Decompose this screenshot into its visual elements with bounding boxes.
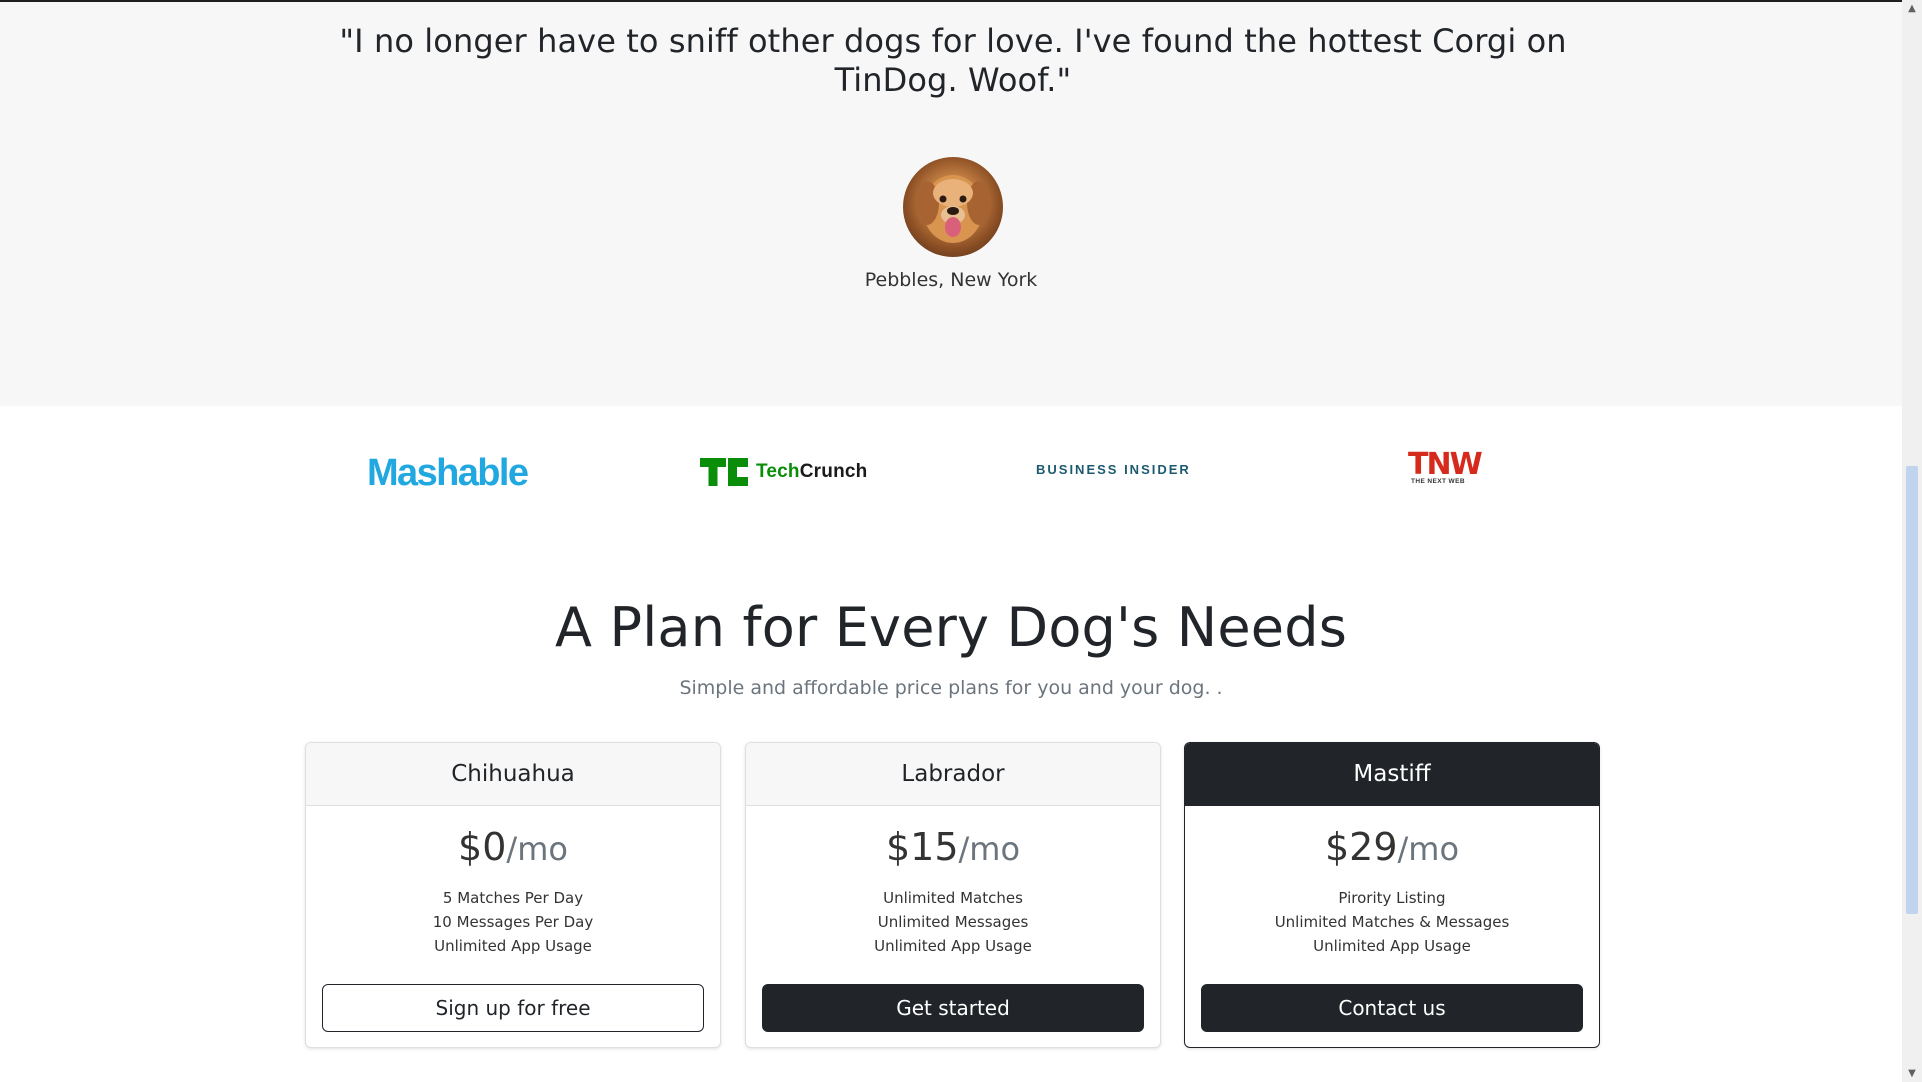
plan-feature: Unlimited Matches & Messages [1274, 913, 1510, 931]
sign-up-free-button[interactable]: Sign up for free [322, 984, 704, 1032]
plan-name: Mastiff [1185, 743, 1599, 806]
plan-feature: Unlimited Messages [877, 913, 1029, 931]
plan-feature: Unlimited App Usage [1313, 937, 1471, 955]
tnw-mark: TNW [1408, 447, 1483, 482]
get-started-button[interactable]: Get started [762, 984, 1144, 1032]
pricing-section: A Plan for Every Dog's Needs Simple and … [0, 536, 1902, 1082]
plan-name: Chihuahua [306, 743, 720, 806]
plan-price-unit: /mo [1397, 830, 1460, 868]
techcrunch-word-suffix: Crunch [799, 461, 868, 482]
pricing-subtitle: Simple and affordable price plans for yo… [679, 677, 1223, 699]
scrollbar-thumb[interactable] [1906, 466, 1918, 914]
plan-price: $0/mo [306, 824, 720, 872]
plan-feature: Unlimited App Usage [874, 937, 1032, 955]
plan-features: Unlimited Matches Unlimited Messages Unl… [746, 886, 1160, 958]
testimonial-author: Pebbles, New York [864, 269, 1038, 291]
plan-feature: Pirority Listing [1338, 889, 1446, 907]
tnw-tagline: THE NEXT WEB [1411, 478, 1465, 485]
vertical-scrollbar[interactable]: ▲ ▼ [1902, 0, 1922, 1082]
techcrunch-word-prefix: Tech [756, 461, 800, 482]
plan-card-chihuahua: Chihuahua $0/mo 5 Matches Per Day 10 Mes… [305, 742, 721, 1048]
mashable-logo: Mashable [367, 452, 529, 494]
chevron-up-icon[interactable]: ▲ [1902, 0, 1922, 17]
tnw-logo: TNW THE NEXT WEB [1408, 447, 1483, 488]
pricing-title: A Plan for Every Dog's Needs [554, 596, 1348, 659]
dog-face-icon [915, 175, 991, 243]
plan-price: $29/mo [1185, 824, 1599, 872]
plan-price-amount: $15 [885, 825, 959, 869]
plan-feature: 5 Matches Per Day [442, 889, 584, 907]
plan-price-unit: /mo [506, 830, 568, 868]
plan-name: Labrador [746, 743, 1160, 806]
plan-feature: Unlimited App Usage [434, 937, 592, 955]
testimonial-quote: "I no longer have to sniff other dogs fo… [339, 22, 1567, 99]
plan-price-amount: $0 [458, 825, 507, 869]
testimonial-section: "I no longer have to sniff other dogs fo… [0, 2, 1902, 406]
page: "I no longer have to sniff other dogs fo… [0, 0, 1902, 1082]
plan-features: Pirority Listing Unlimited Matches & Mes… [1185, 886, 1599, 958]
press-section: Mashable TechCrunch BUSINESS INSIDER TNW… [0, 406, 1902, 536]
chevron-down-icon[interactable]: ▼ [1902, 1065, 1922, 1082]
techcrunch-mark-icon [700, 458, 748, 486]
plan-card-labrador: Labrador $15/mo Unlimited Matches Unlimi… [745, 742, 1161, 1048]
plan-price: $15/mo [746, 824, 1160, 872]
plan-card-mastiff: Mastiff $29/mo Pirority Listing Unlimite… [1184, 742, 1600, 1048]
contact-us-button[interactable]: Contact us [1201, 984, 1583, 1032]
plan-price-unit: /mo [958, 830, 1021, 868]
plan-feature: 10 Messages Per Day [432, 913, 594, 931]
techcrunch-wordmark: TechCrunch [756, 460, 867, 484]
plan-feature: Unlimited Matches [883, 889, 1023, 907]
plan-price-amount: $29 [1324, 825, 1398, 869]
business-insider-logo: BUSINESS INSIDER [1036, 462, 1191, 477]
dog-avatar [903, 157, 1003, 257]
plan-features: 5 Matches Per Day 10 Messages Per Day Un… [306, 886, 720, 958]
